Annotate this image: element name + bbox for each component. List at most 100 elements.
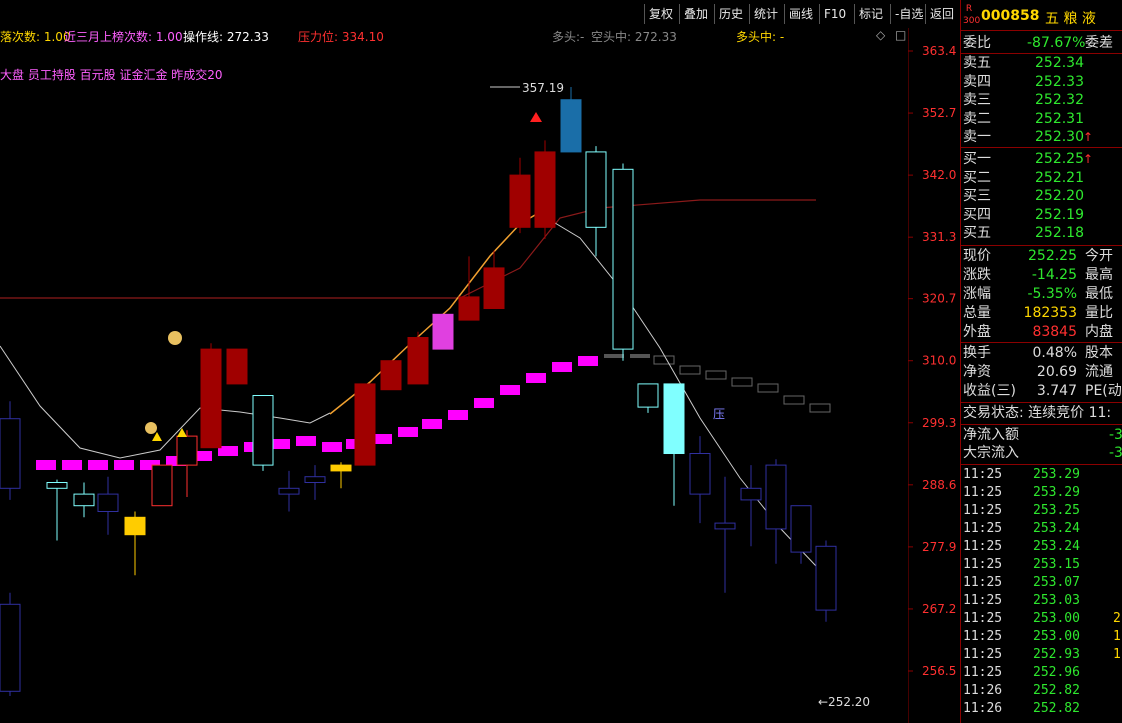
trend-step-gray (757, 383, 779, 393)
stat-label-2: 今开 (1085, 248, 1113, 264)
trend-step (526, 373, 546, 383)
tick-time: 11:25 (963, 629, 1003, 644)
tick-price: 253.07 (1033, 575, 1080, 590)
candle (585, 146, 607, 257)
ask-label: 卖一 (963, 129, 991, 145)
candle-body (97, 493, 119, 513)
candle (815, 540, 837, 622)
bid-price: 252.21 (1035, 169, 1084, 186)
candlestick-chart[interactable]: 357.19 ←252.20 压 (0, 28, 908, 723)
ask-price: 252.34 (1035, 55, 1084, 71)
pressure-annotation: 压 (713, 407, 725, 421)
toolbar-button-3[interactable]: 统计 (749, 4, 782, 24)
candle-body (252, 395, 274, 466)
tick-row: 11:25 253.24 (963, 520, 1121, 538)
bid-label: 买五 (963, 225, 991, 241)
candle-body (278, 487, 300, 495)
bid-row[interactable]: 买一 252.25 ↑ (963, 150, 1121, 168)
trend-step (448, 410, 468, 420)
candle-body (790, 505, 812, 553)
toolbar-button-4[interactable]: 画线 (784, 4, 817, 24)
candle (534, 140, 556, 239)
tick-price: 253.15 (1033, 557, 1080, 572)
tick-row: 11:25 253.00 2 (963, 610, 1121, 628)
ask-row[interactable]: 卖一 252.30 ↑ (963, 128, 1121, 146)
toolbar-button-0[interactable]: 复权 (644, 4, 677, 24)
candle-body (226, 348, 248, 385)
candle-body (612, 168, 634, 350)
toolbar-button-6[interactable]: 标记 (854, 4, 887, 24)
candle-body (585, 151, 607, 228)
tick-time: 11:25 (963, 467, 1003, 482)
candle-body (200, 348, 222, 449)
axis-tick-label: 352.7 (922, 106, 956, 120)
toolbar-button-5[interactable]: F10 (819, 4, 850, 24)
bid-row[interactable]: 买四 252.19 (963, 206, 1121, 224)
stat2-value: 20.69 (1036, 364, 1077, 380)
candle-body (176, 435, 198, 466)
tick-time: 11:25 (963, 593, 1003, 608)
tick-row: 11:25 253.24 (963, 538, 1121, 556)
stat-label-2: 最低 (1085, 286, 1113, 302)
tick-time: 11:26 (963, 683, 1003, 698)
stat-label: 现价 (963, 248, 991, 264)
candle-body (330, 464, 352, 472)
bid-row[interactable]: 买三 252.20 (963, 187, 1121, 205)
stat2-label: 净资 (963, 364, 991, 380)
trend-step-gray (809, 403, 831, 413)
candle (354, 383, 376, 466)
candle-body (380, 360, 402, 391)
candle (46, 479, 68, 541)
tick-row: 11:25 253.25 (963, 502, 1121, 520)
trend-step (398, 427, 418, 437)
candle (151, 464, 173, 507)
stat2-row: 收益(三) 3.747 PE(动) (963, 382, 1122, 400)
tick-price: 253.24 (1033, 521, 1080, 536)
candle (740, 465, 762, 547)
ask-row[interactable]: 卖三 252.32 (963, 91, 1121, 109)
bigflow-row: 大宗流入 -3 (963, 445, 1122, 461)
tick-price: 252.82 (1033, 701, 1080, 716)
candle-body (458, 296, 480, 321)
toolbar-button-2[interactable]: 历史 (714, 4, 747, 24)
tick-time: 11:25 (963, 665, 1003, 680)
tick-extra: 2 (1113, 611, 1121, 626)
netflow-row: 净流入额 -3 (963, 427, 1122, 443)
ask-row[interactable]: 卖五 252.34 (963, 54, 1121, 72)
trend-step (322, 442, 342, 452)
toolbar-button-8[interactable]: 返回 (925, 4, 958, 24)
ask-row[interactable]: 卖四 252.33 (963, 73, 1121, 91)
stat-label: 涨跌 (963, 267, 991, 283)
money-bag-icon (168, 331, 182, 345)
candle-body (534, 151, 556, 228)
tick-row: 11:26 252.82 (963, 700, 1121, 718)
bid-row[interactable]: 买二 252.21 (963, 169, 1121, 187)
stat-row: 总量 182353 量比 (963, 304, 1121, 322)
tick-row: 11:25 253.29 (963, 484, 1121, 502)
candle (689, 436, 711, 524)
candle (124, 511, 146, 576)
toolbar-button-1[interactable]: 叠加 (679, 4, 712, 24)
stat2-row: 换手 0.48% 股本 (963, 344, 1121, 362)
triangle-up-icon (530, 112, 542, 122)
bid-row[interactable]: 买五 252.18 (963, 224, 1121, 242)
trend-step (604, 354, 624, 358)
stock-name: 五 粮 液 (1045, 11, 1096, 27)
axis-tick-label: 288.6 (922, 478, 956, 492)
candle (0, 401, 21, 500)
candle-body (714, 522, 736, 530)
candle-body (73, 493, 95, 507)
chart-toolbar: 复权 叠加 历史 统计 画线 F10 标记 -自选 返回 (0, 0, 960, 28)
bid-price: 252.25 (1035, 151, 1084, 167)
stat-value: 83845 (1032, 324, 1077, 340)
stat-label: 总量 (963, 305, 991, 321)
ma-line-long (0, 199, 816, 299)
axis-tick-label: 267.2 (922, 602, 956, 616)
tick-time: 11:25 (963, 521, 1003, 536)
tick-row: 11:25 252.93 1 (963, 646, 1121, 664)
trend-step (296, 436, 316, 446)
tick-time: 11:25 (963, 575, 1003, 590)
toolbar-button-7[interactable]: -自选 (890, 4, 927, 24)
trend-step (500, 385, 520, 395)
ask-row[interactable]: 卖二 252.31 (963, 110, 1121, 128)
